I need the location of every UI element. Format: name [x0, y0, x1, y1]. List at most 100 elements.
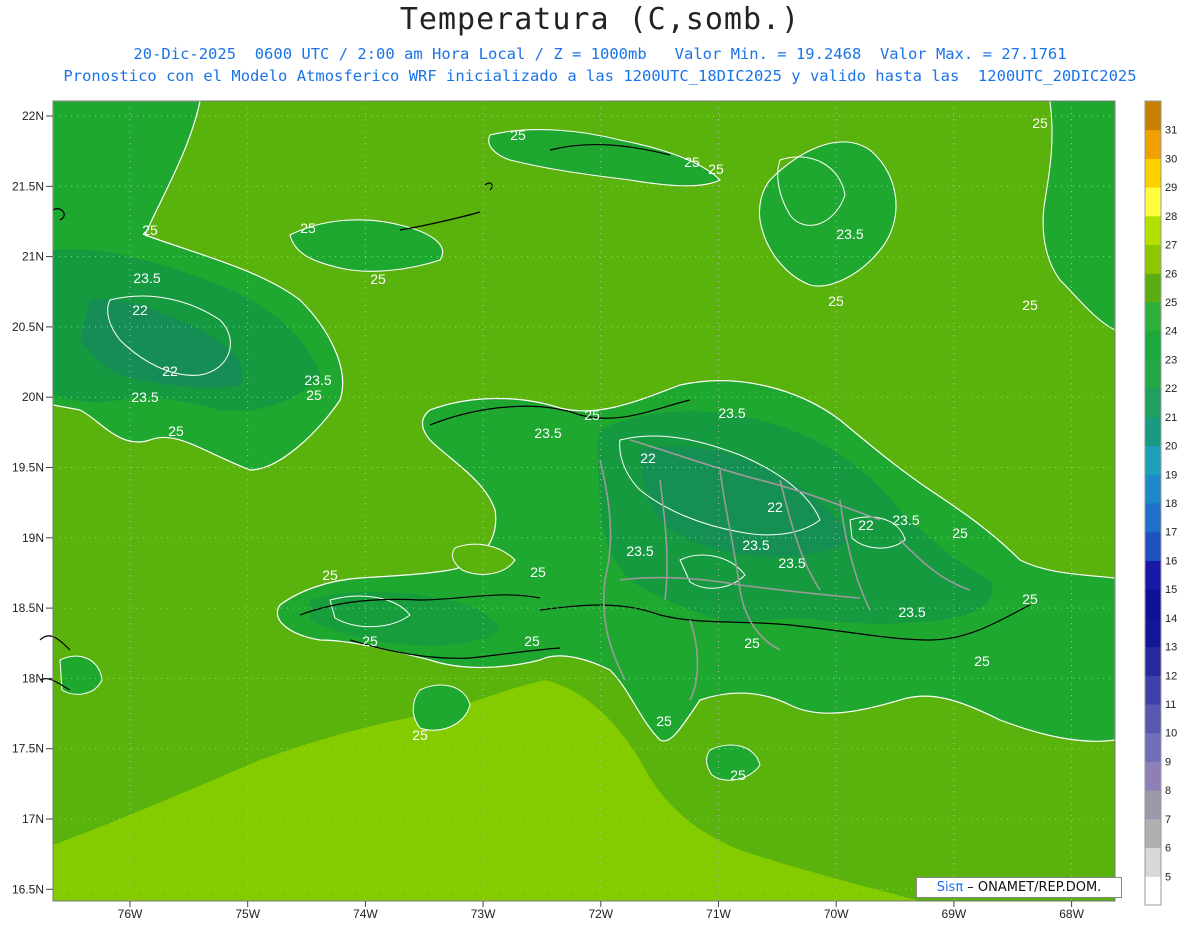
contour-value-label: 22: [767, 499, 783, 515]
colorbar-level-label: 22: [1165, 383, 1177, 395]
colorbar-level-label: 5: [1165, 871, 1171, 883]
contour-value-label: 23.5: [742, 537, 769, 553]
contour-value-label: 22: [640, 450, 656, 466]
colorbar-swatch: [1145, 847, 1161, 877]
lon-label: 73W: [471, 907, 496, 921]
colorbar-swatch: [1145, 244, 1161, 274]
contour-value-label: 25: [168, 423, 184, 439]
contour-value-label: 23.5: [133, 270, 160, 286]
contour-value-label: 25: [530, 564, 546, 580]
colorbar-swatch: [1145, 129, 1161, 159]
lon-label: 72W: [588, 907, 613, 921]
lat-label: 21.5N: [12, 179, 44, 193]
contour-value-label: 25: [1022, 591, 1038, 607]
colorbar-swatch: [1145, 761, 1161, 791]
colorbar-swatch: [1145, 531, 1161, 561]
credit-label: Sisπ – ONAMET/REP.DOM.: [916, 877, 1122, 898]
contour-value-label: 25: [974, 653, 990, 669]
lat-label: 19N: [22, 531, 44, 545]
lon-label: 76W: [118, 907, 143, 921]
colorbar-swatch: [1145, 187, 1161, 217]
colorbar-level-label: 12: [1165, 670, 1177, 682]
colorbar-level-label: 18: [1165, 498, 1177, 510]
contour-value-label: 25: [684, 154, 700, 170]
longitude-axis: 76W 75W 74W 73W 72W 71W 70W 69W 68W: [118, 901, 1085, 921]
colorbar-level-label: 30: [1165, 153, 1177, 165]
colorbar-level-label: 19: [1165, 469, 1177, 481]
colorbar-level-label: 26: [1165, 268, 1177, 280]
lon-label: 71W: [706, 907, 731, 921]
colorbar-level-label: 13: [1165, 642, 1177, 654]
colorbar-level-label: 27: [1165, 240, 1177, 252]
colorbar-swatch: [1145, 388, 1161, 418]
colorbar-swatch: [1145, 704, 1161, 734]
contour-value-label: 25: [412, 727, 428, 743]
map-panel: [39, 100, 1116, 902]
contour-value-label: 22: [858, 517, 874, 533]
colorbar-swatch: [1145, 818, 1161, 849]
colorbar-legend: 5 6 7 8 9 10 11 12 13 14 15 16 17 18 19 20 21 22 23 24 25 26 2…: [1144, 100, 1177, 906]
lon-label: 69W: [942, 907, 967, 921]
colorbar-level-label: 31: [1165, 125, 1177, 137]
colorbar-swatch: [1145, 215, 1161, 246]
colorbar-level-label: 16: [1165, 555, 1177, 567]
temperature-map: 25 25 25 25 25 25 25 25 25 23.5 23.5 22 22 23.5 23.5 25…: [12, 100, 1177, 921]
colorbar-level-label: 9: [1165, 756, 1171, 768]
lat-label: 22N: [22, 109, 44, 123]
contour-value-label: 25: [142, 222, 158, 238]
colorbar-swatch: [1145, 474, 1161, 504]
colorbar-level-label: 29: [1165, 182, 1177, 194]
contour-value-label: 22: [132, 302, 148, 318]
lat-label: 17.5N: [12, 742, 44, 756]
contour-value-label: 25: [300, 220, 316, 236]
colorbar-level-label: 28: [1165, 211, 1177, 223]
colorbar-swatch: [1145, 416, 1161, 447]
contour-value-label: 25: [362, 633, 378, 649]
latitude-axis: 22N 21.5N 21N 20.5N 20N 19.5N 19N 18.5N 18N 17.5N…: [12, 109, 53, 896]
colorbar-swatch: [1145, 302, 1161, 332]
lat-label: 18.5N: [12, 601, 44, 615]
colorbar-swatch: [1145, 330, 1161, 360]
contour-value-label: 23.5: [304, 372, 331, 388]
colorbar-swatch: [1145, 732, 1161, 762]
colorbar-level-label: 24: [1165, 326, 1177, 338]
lat-label: 16.5N: [12, 882, 44, 896]
contour-value-label: 25: [708, 161, 724, 177]
lat-label: 18N: [22, 671, 44, 685]
lon-label: 75W: [235, 907, 260, 921]
contour-value-label: 25: [370, 271, 386, 287]
contour-value-label: 25: [1022, 297, 1038, 313]
lat-label: 20N: [22, 390, 44, 404]
colorbar-swatch: [1145, 158, 1161, 188]
colorbar-swatch: [1145, 617, 1161, 648]
contour-value-label: 25: [744, 635, 760, 651]
contour-value-label: 25: [322, 567, 338, 583]
contour-value-label: 25: [656, 713, 672, 729]
colorbar-level-label: 25: [1165, 297, 1177, 309]
colorbar-level-label: 8: [1165, 785, 1171, 797]
contour-value-label: 22: [162, 363, 178, 379]
colorbar-level-label: 23: [1165, 354, 1177, 366]
contour-value-label: 23.5: [626, 543, 653, 559]
colorbar-level-label: 11: [1165, 699, 1176, 711]
contour-value-label: 25: [730, 767, 746, 783]
colorbar-level-label: 6: [1165, 843, 1171, 855]
colorbar-swatch: [1145, 560, 1161, 590]
colorbar-level-label: 14: [1165, 613, 1177, 625]
contour-value-label: 23.5: [898, 604, 925, 620]
colorbar-swatch: [1145, 790, 1161, 820]
colorbar-swatch: [1145, 503, 1161, 533]
contour-value-label: 25: [1032, 115, 1048, 131]
contour-value-label: 23.5: [836, 226, 863, 242]
colorbar-level-label: 20: [1165, 441, 1177, 453]
lat-label: 19.5N: [12, 461, 44, 475]
colorbar-swatch: [1145, 273, 1161, 303]
colorbar-swatch: [1145, 445, 1161, 475]
lon-label: 74W: [353, 907, 378, 921]
lat-label: 17N: [22, 812, 44, 826]
contour-value-label: 25: [510, 127, 526, 143]
colorbar-swatch: [1145, 675, 1161, 705]
lon-label: 68W: [1059, 907, 1084, 921]
contour-value-label: 23.5: [892, 512, 919, 528]
contour-value-label: 23.5: [778, 555, 805, 571]
